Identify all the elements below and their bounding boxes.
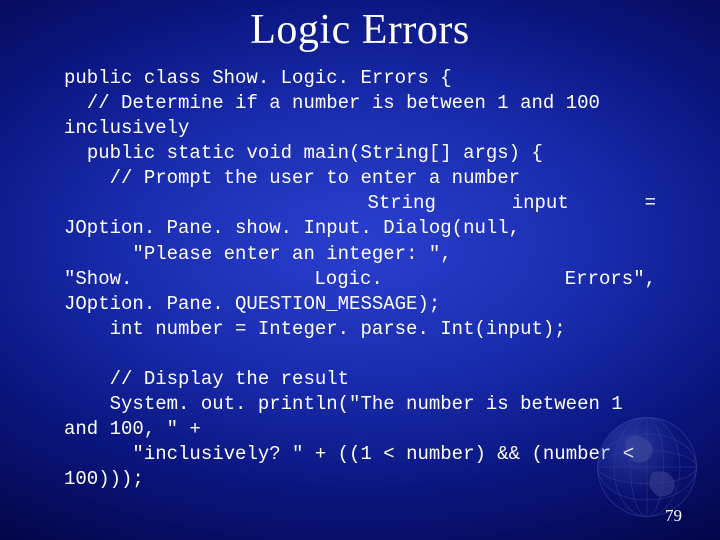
code-line: JOption. Pane. show. Input. Dialog(null,	[64, 217, 520, 239]
page-number: 79	[665, 506, 682, 526]
code-line: // Prompt the user to enter a number	[64, 167, 520, 189]
code-fragment: =	[645, 192, 656, 214]
code-block: public class Show. Logic. Errors { // De…	[0, 66, 720, 492]
code-line: int number = Integer. parse. Int(input);	[64, 318, 566, 340]
slide-title: Logic Errors	[0, 0, 720, 54]
code-line: "Show. Logic. Errors",	[64, 267, 656, 292]
code-line: // Display the result	[64, 368, 349, 390]
code-line: // Determine if a number is between 1 an…	[64, 92, 611, 139]
code-line: String input =	[64, 191, 656, 216]
code-line: public static void main(String[] args) {	[64, 142, 543, 164]
code-fragment: input	[512, 192, 569, 214]
code-line: JOption. Pane. QUESTION_MESSAGE);	[64, 293, 440, 315]
code-fragment: "Show. Logic. Errors",	[64, 268, 656, 290]
code-line: "inclusively? " + ((1 < number) && (numb…	[64, 443, 646, 490]
code-line: public class Show. Logic. Errors {	[64, 67, 452, 89]
code-line: "Please enter an integer: ",	[64, 243, 452, 265]
code-fragment: String	[64, 192, 436, 214]
code-line: System. out. println("The number is betw…	[64, 393, 634, 440]
